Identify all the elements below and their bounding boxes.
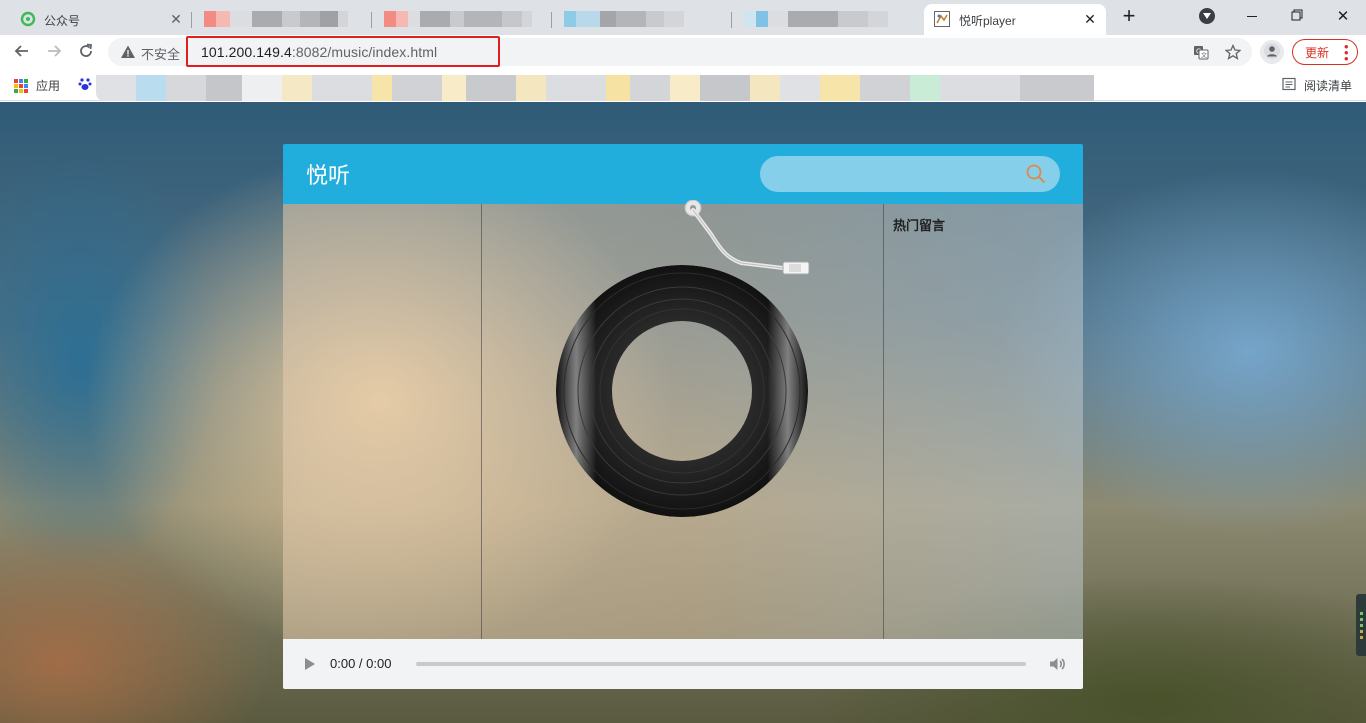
blurred-tab-content: [384, 11, 532, 27]
tab-wechat-official[interactable]: 公众号 ✕: [8, 4, 192, 35]
volume-icon[interactable]: [1047, 654, 1067, 674]
tab-title: 悦听player: [959, 14, 1016, 28]
tab-yueting-player[interactable]: 悦听player ✕: [924, 4, 1106, 35]
tab-blurred-1[interactable]: [192, 4, 372, 35]
reading-list-button[interactable]: 阅读清单: [1282, 77, 1352, 94]
blurred-bookmarks: [96, 75, 1120, 101]
player-panel: [482, 200, 883, 639]
hot-comments-panel: 热门留言: [883, 204, 1083, 639]
baidu-paw-icon[interactable]: [78, 77, 92, 91]
apps-shortcut[interactable]: 应用: [14, 77, 60, 94]
close-window-button[interactable]: ✕: [1320, 0, 1366, 32]
progress-slider[interactable]: [416, 662, 1026, 666]
reading-list-label: 阅读清单: [1303, 79, 1352, 93]
new-tab-button[interactable]: +: [1117, 4, 1141, 28]
address-bar[interactable]: 不安全 101.200.149.4:8082/music/index.html …: [108, 36, 1252, 67]
url-text[interactable]: 101.200.149.4:8082/music/index.html: [201, 44, 437, 60]
chevron-down-icon: [1203, 13, 1211, 19]
tab-blurred-2[interactable]: [372, 4, 552, 35]
blurred-tab-content: [744, 11, 888, 27]
close-icon: ✕: [1336, 8, 1350, 25]
close-icon[interactable]: ✕: [168, 11, 184, 27]
security-label[interactable]: 不安全: [141, 44, 180, 63]
tab-title: 公众号: [44, 14, 81, 28]
forward-button[interactable]: [40, 38, 68, 66]
play-icon[interactable]: [303, 656, 317, 672]
vinyl-record: [556, 265, 808, 517]
time-display: 0:00 / 0:00: [330, 656, 392, 671]
update-label: 更新: [1305, 45, 1330, 60]
tab-strip: 公众号 ✕ 悦听player ✕ + ✕: [0, 0, 1366, 35]
audio-controls: 0:00 / 0:00: [283, 639, 1083, 689]
hot-comments-title: 热门留言: [893, 219, 946, 234]
app-body: 热门留言: [283, 200, 1083, 639]
minimize-icon: [1247, 15, 1257, 17]
url-host: 101.200.149.4: [201, 44, 292, 60]
reading-list-icon: [1282, 77, 1296, 94]
reload-icon: [78, 43, 94, 62]
warning-icon[interactable]: [120, 44, 136, 63]
blurred-tab-content: [204, 11, 348, 27]
blurred-tab-content: [564, 11, 684, 27]
reload-button[interactable]: [72, 38, 100, 66]
apps-grid-icon: [14, 78, 28, 93]
minimize-button[interactable]: [1229, 0, 1275, 32]
tonearm: [684, 200, 810, 275]
url-path: :8082/music/index.html: [291, 44, 438, 60]
back-button[interactable]: [8, 38, 36, 66]
profile-icon: [1264, 42, 1280, 62]
profile-button[interactable]: [1260, 40, 1284, 64]
arrow-left-icon: [14, 43, 30, 62]
arrow-right-icon: [46, 43, 62, 62]
star-icon[interactable]: [1224, 43, 1242, 61]
page-viewport: 悦听 热门留言 0:00 / 0:00: [0, 102, 1366, 723]
song-list-panel: [283, 204, 482, 639]
restore-icon: [1291, 8, 1303, 24]
search-input[interactable]: [776, 156, 1016, 192]
app-header: 悦听: [283, 144, 1083, 204]
apps-label: 应用: [36, 79, 61, 93]
bookmarks-bar: 应用 阅读清单: [0, 69, 1366, 101]
search-box[interactable]: [760, 156, 1060, 192]
side-meter-widget[interactable]: [1356, 594, 1366, 656]
browser-toolbar: 不安全 101.200.149.4:8082/music/index.html …: [0, 35, 1366, 69]
translate-icon[interactable]: G文: [1192, 43, 1210, 61]
svg-text:文: 文: [1201, 52, 1207, 60]
kebab-menu-icon: • • •: [1344, 39, 1349, 66]
tab-search-button[interactable]: [1199, 8, 1215, 24]
site-favicon-icon: [934, 11, 950, 27]
app-logo: 悦听: [306, 164, 351, 189]
restore-button[interactable]: [1274, 0, 1320, 32]
wechat-icon: [20, 11, 36, 27]
update-button[interactable]: 更新 • • •: [1292, 39, 1358, 65]
tab-blurred-3[interactable]: [552, 4, 732, 35]
tab-blurred-4[interactable]: [732, 4, 922, 35]
music-player-app: 悦听 热门留言 0:00 / 0:00: [283, 144, 1083, 689]
search-icon[interactable]: [1026, 164, 1046, 187]
close-icon[interactable]: ✕: [1082, 11, 1098, 27]
